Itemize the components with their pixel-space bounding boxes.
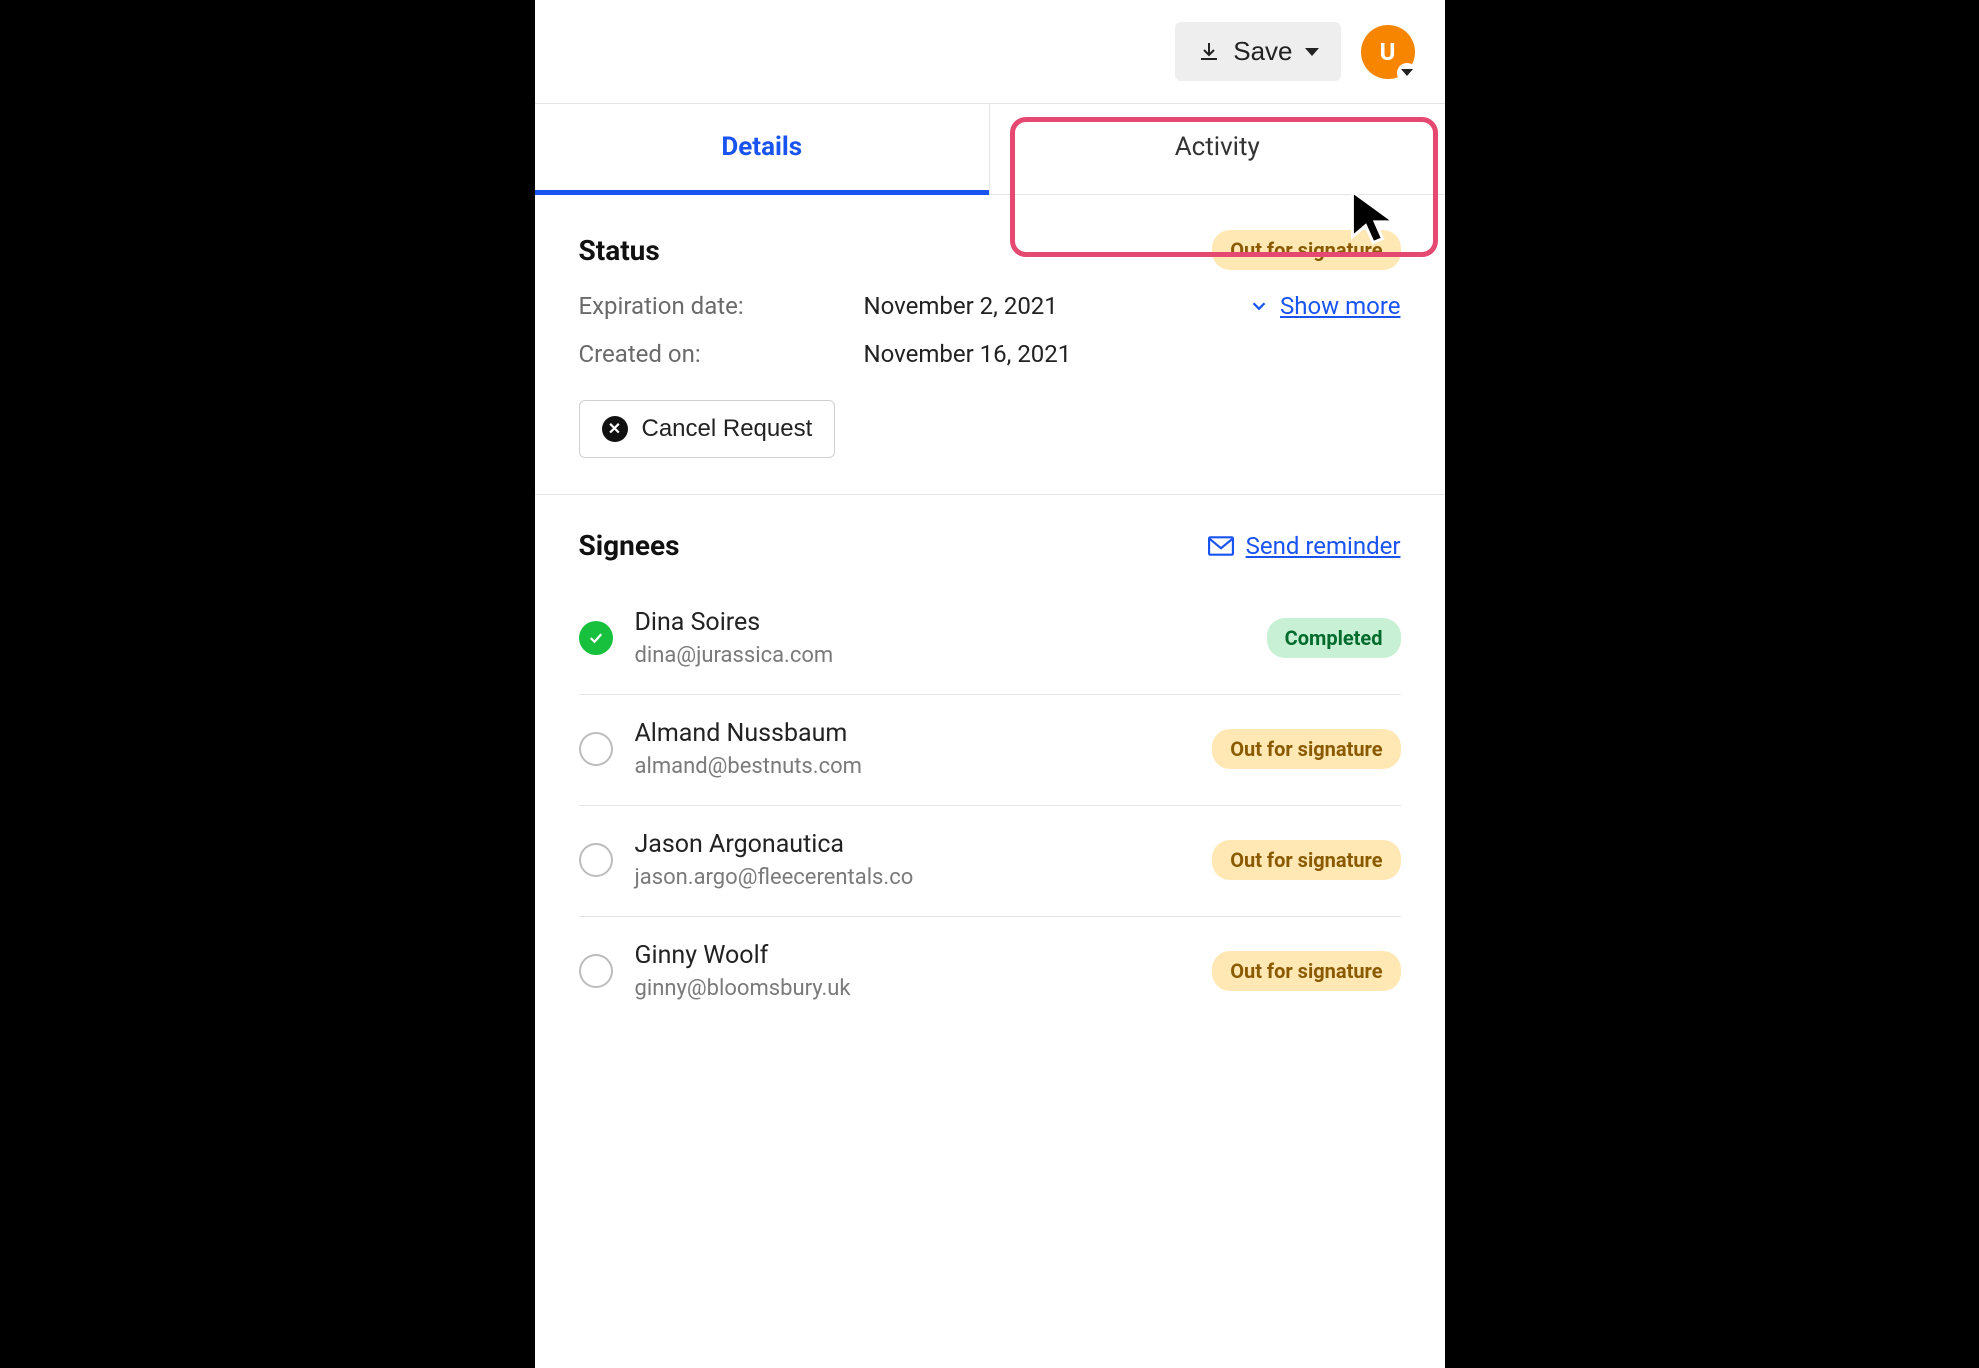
- signees-header: Signees Send reminder: [579, 529, 1401, 562]
- send-reminder-link[interactable]: Send reminder: [1208, 532, 1401, 560]
- signee-email: dina@jurassica.com: [635, 643, 1245, 668]
- signee-row: Jason Argonautica jason.argo@fleecerental…: [579, 806, 1401, 917]
- section-divider: [535, 494, 1445, 495]
- status-header: Status Out for signature: [579, 230, 1401, 270]
- signee-info: Dina Soires dina@jurassica.com: [635, 608, 1245, 668]
- mail-icon: [1208, 536, 1234, 556]
- download-icon: [1197, 40, 1221, 64]
- signee-name: Almand Nussbaum: [635, 719, 1191, 748]
- signee-name: Ginny Woolf: [635, 941, 1191, 970]
- status-heading: Status: [579, 234, 660, 267]
- tabs: Details Activity: [535, 103, 1445, 195]
- empty-circle-icon: [579, 954, 613, 988]
- header: Save U: [535, 0, 1445, 103]
- created-label: Created on:: [579, 340, 864, 368]
- tab-activity-label: Activity: [1175, 132, 1260, 162]
- save-button[interactable]: Save: [1175, 22, 1340, 81]
- signee-name: Jason Argonautica: [635, 830, 1191, 859]
- empty-circle-icon: [579, 843, 613, 877]
- signee-status-badge: Out for signature: [1212, 840, 1400, 880]
- expiration-value: November 2, 2021: [864, 292, 1058, 320]
- chevron-down-icon: [1248, 295, 1270, 317]
- cancel-request-label: Cancel Request: [642, 415, 813, 443]
- content: Status Out for signature Expiration date…: [535, 195, 1445, 1027]
- tab-activity[interactable]: Activity: [990, 104, 1445, 194]
- caret-down-icon: [1397, 63, 1417, 83]
- expiration-label: Expiration date:: [579, 292, 864, 320]
- signee-email: ginny@bloomsbury.uk: [635, 976, 1191, 1001]
- save-label: Save: [1233, 36, 1292, 67]
- status-badge: Out for signature: [1212, 230, 1400, 270]
- created-row: Created on: November 16, 2021: [579, 340, 1401, 368]
- signee-email: almand@bestnuts.com: [635, 754, 1191, 779]
- signee-info: Ginny Woolf ginny@bloomsbury.uk: [635, 941, 1191, 1001]
- avatar-initial: U: [1380, 38, 1396, 66]
- signee-info: Almand Nussbaum almand@bestnuts.com: [635, 719, 1191, 779]
- signee-name: Dina Soires: [635, 608, 1245, 637]
- signee-status-badge: Out for signature: [1212, 951, 1400, 991]
- expiration-row: Expiration date: November 2, 2021 Show m…: [579, 292, 1401, 320]
- show-more-link[interactable]: Show more: [1248, 292, 1401, 320]
- caret-down-icon: [1305, 48, 1319, 56]
- panel: Save U Details Activity Status Out for s…: [535, 0, 1445, 1368]
- signee-info: Jason Argonautica jason.argo@fleecerental…: [635, 830, 1191, 890]
- tab-details-label: Details: [721, 132, 802, 162]
- signee-row: Dina Soires dina@jurassica.com Completed: [579, 584, 1401, 695]
- avatar-menu[interactable]: U: [1361, 25, 1415, 79]
- cancel-request-button[interactable]: ✕ Cancel Request: [579, 400, 836, 458]
- check-circle-icon: [579, 621, 613, 655]
- empty-circle-icon: [579, 732, 613, 766]
- signee-row: Almand Nussbaum almand@bestnuts.com Out fo…: [579, 695, 1401, 806]
- created-value: November 16, 2021: [864, 340, 1072, 368]
- close-icon: ✕: [602, 416, 628, 442]
- show-more-label: Show more: [1280, 292, 1401, 320]
- send-reminder-label: Send reminder: [1246, 532, 1401, 560]
- tab-details[interactable]: Details: [535, 104, 990, 195]
- signee-status-badge: Out for signature: [1212, 729, 1400, 769]
- signees-heading: Signees: [579, 529, 680, 562]
- signee-status-badge: Completed: [1267, 618, 1401, 658]
- signee-list: Dina Soires dina@jurassica.com Completed Al…: [579, 584, 1401, 1027]
- signee-row: Ginny Woolf ginny@bloomsbury.uk Out for si…: [579, 917, 1401, 1027]
- signee-email: jason.argo@fleecerentals.co: [635, 865, 1191, 890]
